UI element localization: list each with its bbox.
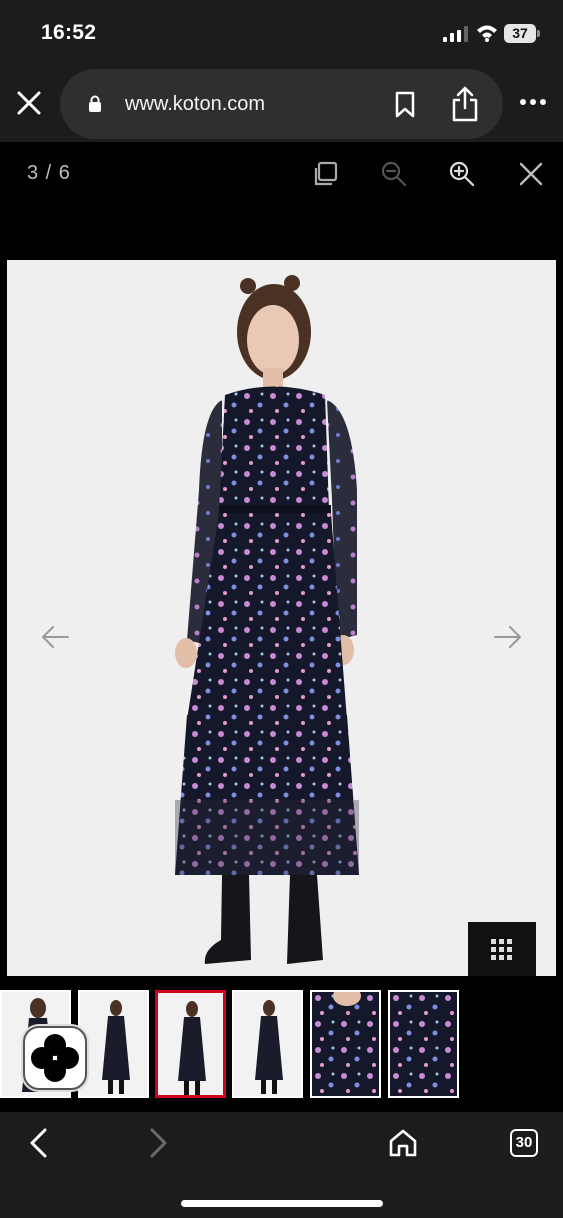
battery-tip bbox=[537, 30, 540, 37]
lock-icon bbox=[89, 95, 101, 112]
chevron-left-icon[interactable] bbox=[28, 1128, 48, 1158]
bookmark-icon[interactable] bbox=[394, 91, 416, 118]
thumbnail-6[interactable] bbox=[388, 990, 459, 1098]
thumbnail-image bbox=[102, 1000, 130, 1094]
product-image[interactable] bbox=[7, 260, 556, 976]
address-bar[interactable]: www.koton.com bbox=[60, 69, 503, 139]
close-icon[interactable] bbox=[16, 90, 42, 116]
status-bar: 16:52 37 bbox=[0, 0, 563, 66]
grid-view-button[interactable] bbox=[468, 922, 536, 976]
zoom-in-icon[interactable] bbox=[448, 160, 476, 188]
thumbnail-image bbox=[178, 1001, 206, 1095]
arrow-left-icon[interactable] bbox=[40, 624, 70, 650]
chevron-right-icon[interactable] bbox=[149, 1128, 169, 1158]
thumbnail-3[interactable] bbox=[155, 990, 226, 1098]
zoom-out-icon[interactable] bbox=[380, 160, 408, 188]
url-text: www.koton.com bbox=[125, 93, 266, 115]
thumbnail-2[interactable] bbox=[78, 990, 149, 1098]
close-icon[interactable] bbox=[517, 160, 545, 188]
thumbnail-image bbox=[390, 992, 457, 1096]
home-icon[interactable] bbox=[388, 1128, 418, 1158]
status-time: 16:52 bbox=[41, 21, 97, 44]
arrow-right-icon[interactable] bbox=[493, 624, 523, 650]
thumbnail-image bbox=[312, 992, 379, 1096]
image-counter: 3 / 6 bbox=[27, 162, 71, 184]
more-icon[interactable] bbox=[520, 97, 546, 107]
browser-address-row: www.koton.com bbox=[0, 66, 563, 142]
tab-count-button[interactable]: 30 bbox=[510, 1129, 538, 1157]
signal-icon bbox=[443, 26, 468, 42]
copy-icon[interactable] bbox=[312, 160, 340, 188]
model-photo bbox=[175, 275, 359, 964]
thumbnail-4[interactable] bbox=[232, 990, 303, 1098]
thumbnail-image bbox=[255, 1000, 283, 1094]
share-icon[interactable] bbox=[451, 86, 479, 122]
wifi-icon bbox=[477, 25, 497, 42]
thumbnail-5[interactable] bbox=[310, 990, 381, 1098]
clover-icon bbox=[31, 1034, 79, 1082]
battery-level: 37 bbox=[504, 24, 536, 43]
floating-app-badge[interactable] bbox=[23, 1026, 87, 1090]
home-indicator bbox=[181, 1200, 383, 1207]
battery-indicator: 37 bbox=[504, 24, 540, 43]
gallery-header: 3 / 6 bbox=[0, 142, 563, 260]
grid-icon bbox=[491, 939, 512, 960]
